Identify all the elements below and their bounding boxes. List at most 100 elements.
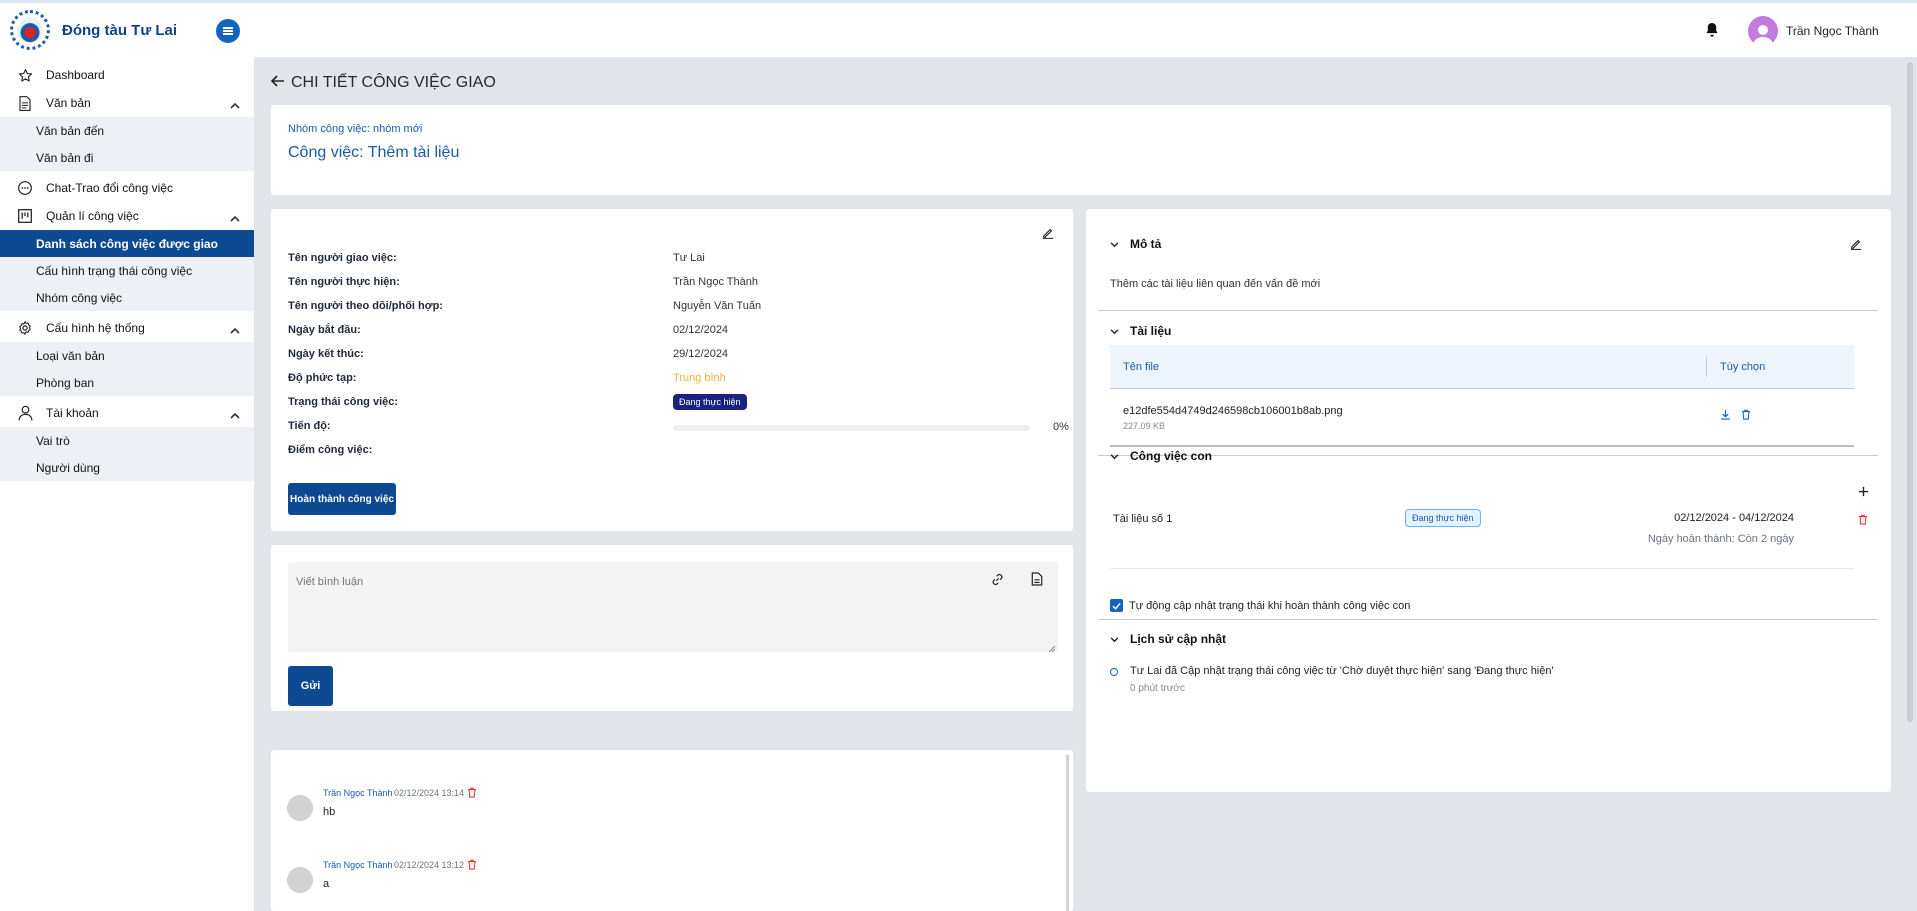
- sidebar-item-danh-sach-cong-viec[interactable]: Danh sách công việc được giao: [0, 230, 254, 257]
- plus-icon[interactable]: [1858, 486, 1869, 500]
- info-value: Tư Lai: [673, 252, 705, 264]
- sidebar-item-van-ban-den[interactable]: Văn bản đến: [0, 117, 254, 144]
- bell-icon[interactable]: [1705, 22, 1719, 41]
- chevron-up-icon: [230, 408, 240, 422]
- sidebar-item-nguoi-dung[interactable]: Người dùng: [0, 454, 254, 481]
- sidebar-nav: Dashboard Văn bản Văn bản đến Văn bản đi…: [0, 61, 254, 481]
- chevron-down-icon: [1110, 449, 1119, 463]
- edit-icon[interactable]: [1042, 227, 1054, 242]
- sidebar-item-cau-hinh-he-thong[interactable]: Cấu hình hệ thống: [0, 314, 254, 342]
- sidebar-item-dashboard[interactable]: Dashboard: [0, 61, 254, 89]
- sidebar-item-van-ban[interactable]: Văn bản: [0, 89, 254, 117]
- sidebar-item-loai-van-ban[interactable]: Loại văn bản: [0, 342, 254, 369]
- comment-author[interactable]: Trần Ngọc Thành: [323, 788, 393, 798]
- resize-handle-icon[interactable]: [1048, 642, 1056, 656]
- file-name[interactable]: e12dfe554d4749d246598cb106001b8ab.png: [1123, 405, 1343, 417]
- link-icon[interactable]: [991, 573, 1004, 589]
- avatar: [287, 867, 313, 893]
- trash-icon[interactable]: [467, 859, 477, 873]
- sidebar: Đóng tàu Tư Lai Dashboard Văn bản Văn bả…: [0, 0, 254, 911]
- sidebar-item-tai-khoan[interactable]: Tài khoản: [0, 399, 254, 427]
- auto-update-checkbox[interactable]: [1110, 599, 1123, 612]
- complete-task-button[interactable]: Hoàn thành công việc: [288, 483, 396, 515]
- status-badge: Đang thực hiện: [673, 394, 747, 410]
- auto-update-row: Tự động cập nhật trạng thái khi hoàn thà…: [1110, 599, 1410, 612]
- chevron-down-icon: [1110, 237, 1119, 251]
- section-title: Lịch sử cập nhật: [1130, 632, 1227, 646]
- logo: [10, 10, 50, 50]
- options-column-header: Tùy chọn: [1720, 361, 1766, 373]
- send-comment-button[interactable]: Gửi: [288, 666, 333, 706]
- submenu-cau-hinh-he-thong: Loại văn bản Phòng ban: [0, 342, 254, 396]
- history-section-toggle[interactable]: Lịch sử cập nhật: [1110, 632, 1226, 646]
- avatar: [287, 795, 313, 821]
- divider: [1098, 310, 1878, 311]
- subtasks-section-toggle[interactable]: Công việc con: [1110, 449, 1212, 463]
- sidebar-item-chat[interactable]: Chat-Trao đổi công việc: [0, 174, 254, 202]
- file-attach-icon[interactable]: [1031, 572, 1043, 589]
- sidebar-item-label: Văn bản: [46, 96, 91, 110]
- trash-icon[interactable]: [1858, 514, 1868, 528]
- info-value: 29/12/2024: [673, 348, 729, 360]
- comment-item: Trần Ngọc Thành 02/12/2024 13:14 hb: [287, 787, 987, 828]
- kanban-icon: [17, 208, 33, 224]
- sidebar-item-phong-ban[interactable]: Phòng ban: [0, 369, 254, 396]
- comment-text: hb: [323, 806, 336, 818]
- page-title: CHI TIẾT CÔNG VIỆC GIAO: [270, 74, 496, 92]
- task-info-card: Tên người giao việc: Tư Lai Tên người th…: [271, 209, 1073, 531]
- download-icon[interactable]: [1720, 409, 1731, 423]
- sidebar-item-vai-tro[interactable]: Vai trò: [0, 427, 254, 454]
- back-arrow-icon[interactable]: [270, 74, 285, 92]
- info-key: Điểm công việc:: [288, 444, 373, 456]
- description-section-toggle[interactable]: Mô tả: [1110, 237, 1161, 251]
- sidebar-item-quan-li-cong-viec[interactable]: Quản lí công việc: [0, 202, 254, 230]
- trash-icon[interactable]: [467, 787, 477, 801]
- comment-author[interactable]: Trần Ngọc Thành: [323, 860, 393, 870]
- info-row-end-date: Ngày kết thúc: 29/12/2024: [288, 348, 1048, 368]
- section-title: Mô tả: [1130, 237, 1162, 251]
- submenu-quan-li-cong-viec: Danh sách công việc được giao Cấu hình t…: [0, 230, 254, 311]
- star-icon: [17, 67, 33, 83]
- avatar[interactable]: [1748, 16, 1778, 46]
- info-key: Tên người thực hiện:: [288, 276, 400, 288]
- subtask-item[interactable]: Tài liệu số 1 Đang thực hiện 02/12/2024 …: [1110, 497, 1854, 569]
- edit-icon[interactable]: [1850, 238, 1862, 253]
- sidebar-item-label: Tài khoản: [46, 406, 99, 420]
- main-content: CHI TIẾT CÔNG VIỆC GIAO Nhóm công việc: …: [254, 57, 1917, 911]
- comment-list-scrollbar[interactable]: [1066, 755, 1069, 911]
- info-key: Ngày kết thúc:: [288, 348, 364, 360]
- info-key: Độ phức tạp:: [288, 372, 357, 384]
- sidebar-item-cau-hinh-trang-thai[interactable]: Cấu hình trạng thái công việc: [0, 257, 254, 284]
- section-title: Công việc con: [1130, 449, 1213, 463]
- info-row-progress: Tiến độ: 0%: [288, 420, 1069, 440]
- page-scrollbar[interactable]: [1907, 62, 1913, 722]
- documents-section-toggle[interactable]: Tài liệu: [1110, 324, 1171, 338]
- file-actions: [1720, 409, 1751, 423]
- sidebar-item-van-ban-di[interactable]: Văn bản đi: [0, 144, 254, 171]
- comment-form-card: Gửi: [271, 545, 1073, 711]
- table-row: e12dfe554d4749d246598cb106001b8ab.png 22…: [1110, 389, 1854, 447]
- history-text: Tư Lai đã Cập nhật trạng thái công việc …: [1130, 665, 1554, 677]
- chevron-down-icon: [1110, 324, 1119, 338]
- comment-input[interactable]: [296, 572, 856, 592]
- comment-time: 02/12/2024 13:12: [394, 860, 465, 870]
- progress-percent: 0%: [1053, 421, 1069, 433]
- menu-toggle-button[interactable]: [216, 19, 240, 43]
- sidebar-item-label: Quản lí công việc: [46, 209, 139, 223]
- file-size: 227.09 KB: [1123, 421, 1166, 431]
- trash-icon[interactable]: [1741, 409, 1751, 423]
- sidebar-item-nhom-cong-viec[interactable]: Nhóm công việc: [0, 284, 254, 311]
- complexity-value: Trung bình: [673, 372, 726, 384]
- comment-item: Trần Ngọc Thành 02/12/2024 13:12 a: [287, 859, 987, 900]
- info-key: Tiến độ:: [288, 420, 331, 432]
- document-icon: [17, 95, 33, 111]
- file-column-header: Tên file: [1123, 361, 1160, 373]
- file-table-header: Tên file Tùy chọn: [1110, 345, 1854, 389]
- column-separator: [1706, 357, 1707, 377]
- subtask-name: Tài liệu số 1: [1113, 513, 1173, 525]
- user-name[interactable]: Trần Ngọc Thành: [1786, 24, 1879, 38]
- info-key: Tên người theo dõi/phối hợp:: [288, 300, 443, 312]
- info-key: Ngày bắt đầu:: [288, 324, 361, 336]
- user-icon: [17, 405, 33, 421]
- section-title: Tài liệu: [1130, 324, 1172, 338]
